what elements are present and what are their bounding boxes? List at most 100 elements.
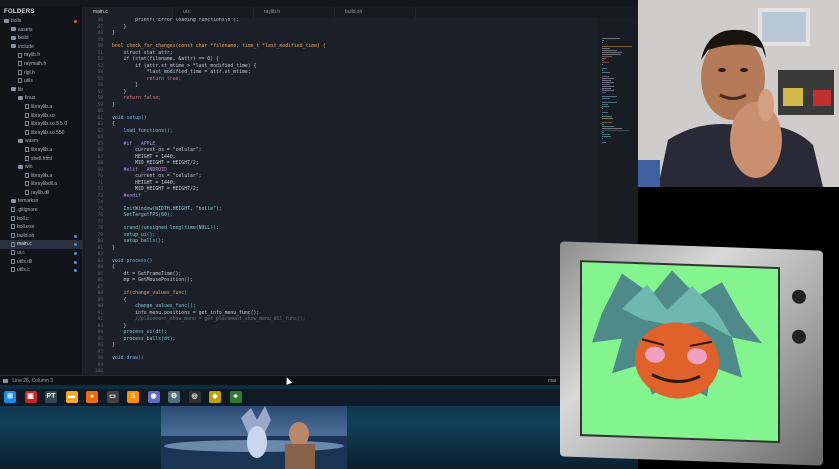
- modified-indicator-icon: [74, 269, 77, 273]
- minimap-line: [602, 116, 612, 117]
- tv-knob-bottom: [792, 329, 806, 344]
- tree-item-label: libraylib.so: [31, 112, 55, 119]
- file-item[interactable]: shell.html: [0, 155, 82, 164]
- file-item[interactable]: libraylibdll.a: [0, 180, 82, 189]
- line-number: 56: [97, 83, 103, 88]
- tree-item-label: utils: [24, 78, 33, 85]
- tree-item-label: assets: [18, 26, 33, 33]
- folder-item[interactable]: wasm: [0, 137, 82, 146]
- folder-icon: [18, 164, 23, 169]
- tab-raylib-h[interactable]: raylib.h: [254, 7, 335, 18]
- code-line: setup_balls();: [112, 239, 164, 244]
- firefox-icon[interactable]: ●: [86, 391, 98, 403]
- code-line: #if __APPLE__: [112, 141, 162, 147]
- file-item[interactable]: libraylib.so: [0, 112, 82, 121]
- folder-icon: [4, 18, 9, 23]
- folder-item[interactable]: temarkss: [0, 197, 82, 206]
- file-item[interactable]: raymath.h: [0, 60, 82, 69]
- file-item[interactable]: libraylib.a: [0, 103, 82, 112]
- folder-icon[interactable]: ▬: [65, 391, 78, 403]
- code-line: printf("Error loading functions\n");: [112, 18, 240, 23]
- folder-item[interactable]: win: [0, 163, 82, 172]
- code-line: srand((unsigned long)time(NULL));: [112, 226, 219, 231]
- tab-build-sh[interactable]: build.sh: [335, 7, 416, 18]
- folder-item[interactable]: build: [0, 34, 82, 43]
- file-item[interactable]: boll.c: [0, 215, 82, 224]
- tree-item-label: include: [18, 43, 34, 50]
- file-icon: [25, 181, 29, 187]
- file-icon: [11, 267, 15, 273]
- tab-ui-c[interactable]: ui.c: [173, 7, 254, 18]
- code-area[interactable]: printf("Error loading functions\n"); }} b…: [112, 18, 612, 372]
- terminal-icon-2[interactable]: ▭: [106, 391, 119, 403]
- code-line: }: [112, 83, 138, 88]
- file-icon: [11, 207, 15, 213]
- line-number: 68: [97, 161, 103, 166]
- minimap-line: [602, 82, 614, 83]
- character-icon[interactable]: ♣: [229, 391, 242, 403]
- minimap-line: [602, 78, 615, 79]
- terminal-icon[interactable]: PT: [45, 391, 57, 403]
- discord-icon[interactable]: ◉: [147, 391, 160, 403]
- code-line: setup_ui();: [112, 232, 156, 238]
- file-item[interactable]: .gitignore: [0, 206, 82, 215]
- minimap-line: [602, 126, 614, 127]
- file-item[interactable]: raylib.dll: [0, 189, 82, 198]
- file-item[interactable]: ui.c: [0, 249, 82, 258]
- file-item[interactable]: boll.exe: [0, 223, 82, 232]
- file-item[interactable]: utils.c: [0, 266, 82, 275]
- folder-item[interactable]: assets: [0, 26, 82, 35]
- folder-item[interactable]: linux: [0, 94, 82, 103]
- line-number: 93: [97, 323, 103, 329]
- code-line: MID_HEIGHT = HEIGHT/2;: [112, 187, 199, 192]
- tab-bar: main.c ui.c raylib.h build.sh: [83, 7, 638, 18]
- sublime-icon[interactable]: S: [127, 391, 139, 403]
- code-line: }: [112, 89, 127, 95]
- minimap-line: [602, 134, 610, 135]
- code-line: if (attr.st_mtime > *last_modified_time)…: [112, 63, 257, 69]
- file-icon: [11, 241, 15, 247]
- minimap-line: [602, 38, 620, 39]
- modified-indicator-icon: [74, 20, 77, 23]
- folder-item[interactable]: include: [0, 43, 82, 52]
- obs-icon[interactable]: ◎: [188, 391, 201, 403]
- code-line: }: [112, 343, 115, 348]
- tree-item-label: utils.c: [17, 267, 30, 274]
- line-number: 71: [97, 180, 103, 186]
- modified-indicator-icon: [74, 252, 77, 256]
- file-item[interactable]: libraylib.so.5.5.0: [0, 120, 82, 129]
- file-icon: [25, 112, 29, 118]
- cursor-position[interactable]: Line 26, Column 3: [12, 378, 53, 384]
- file-icon: [25, 104, 29, 110]
- line-number: 81: [97, 245, 103, 251]
- minimap-line: [602, 48, 611, 49]
- line-number: 64: [97, 135, 103, 140]
- tab-main-c[interactable]: main.c: [83, 7, 173, 18]
- file-item[interactable]: raylib.h: [0, 51, 82, 60]
- file-item[interactable]: rlgl.h: [0, 69, 82, 78]
- line-number: 76: [97, 213, 103, 218]
- file-icon: [18, 78, 22, 84]
- code-line: HEIGHT = 1440;: [112, 154, 176, 160]
- code-line: change_values_func();: [112, 304, 196, 309]
- code-line: }: [112, 323, 127, 329]
- file-icon: [11, 215, 15, 221]
- folder-item[interactable]: bolls: [0, 17, 82, 26]
- file-item[interactable]: utils: [0, 77, 82, 86]
- file-item[interactable]: main.c: [0, 240, 82, 250]
- windows-start-icon[interactable]: ⊞: [4, 391, 16, 403]
- minimap-line: [602, 112, 608, 113]
- app-icon-red[interactable]: ▣: [24, 391, 37, 403]
- settings-icon[interactable]: ⚙: [168, 391, 180, 403]
- file-item[interactable]: build.sh: [0, 232, 82, 241]
- tree-item-label: raymath.h: [24, 60, 47, 67]
- file-item[interactable]: libraylib.a: [0, 146, 82, 155]
- tree-item-label: win: [25, 164, 33, 171]
- folder-icon: [18, 96, 23, 101]
- game-icon[interactable]: ◆: [209, 391, 221, 403]
- folder-item[interactable]: lib: [0, 86, 82, 95]
- file-item[interactable]: utils.dll: [0, 258, 82, 267]
- code-line: *last_modified_time = attr.st_mtime;: [112, 70, 251, 75]
- file-item[interactable]: libraylib.a: [0, 172, 82, 181]
- file-item[interactable]: libraylib.so.550: [0, 129, 82, 138]
